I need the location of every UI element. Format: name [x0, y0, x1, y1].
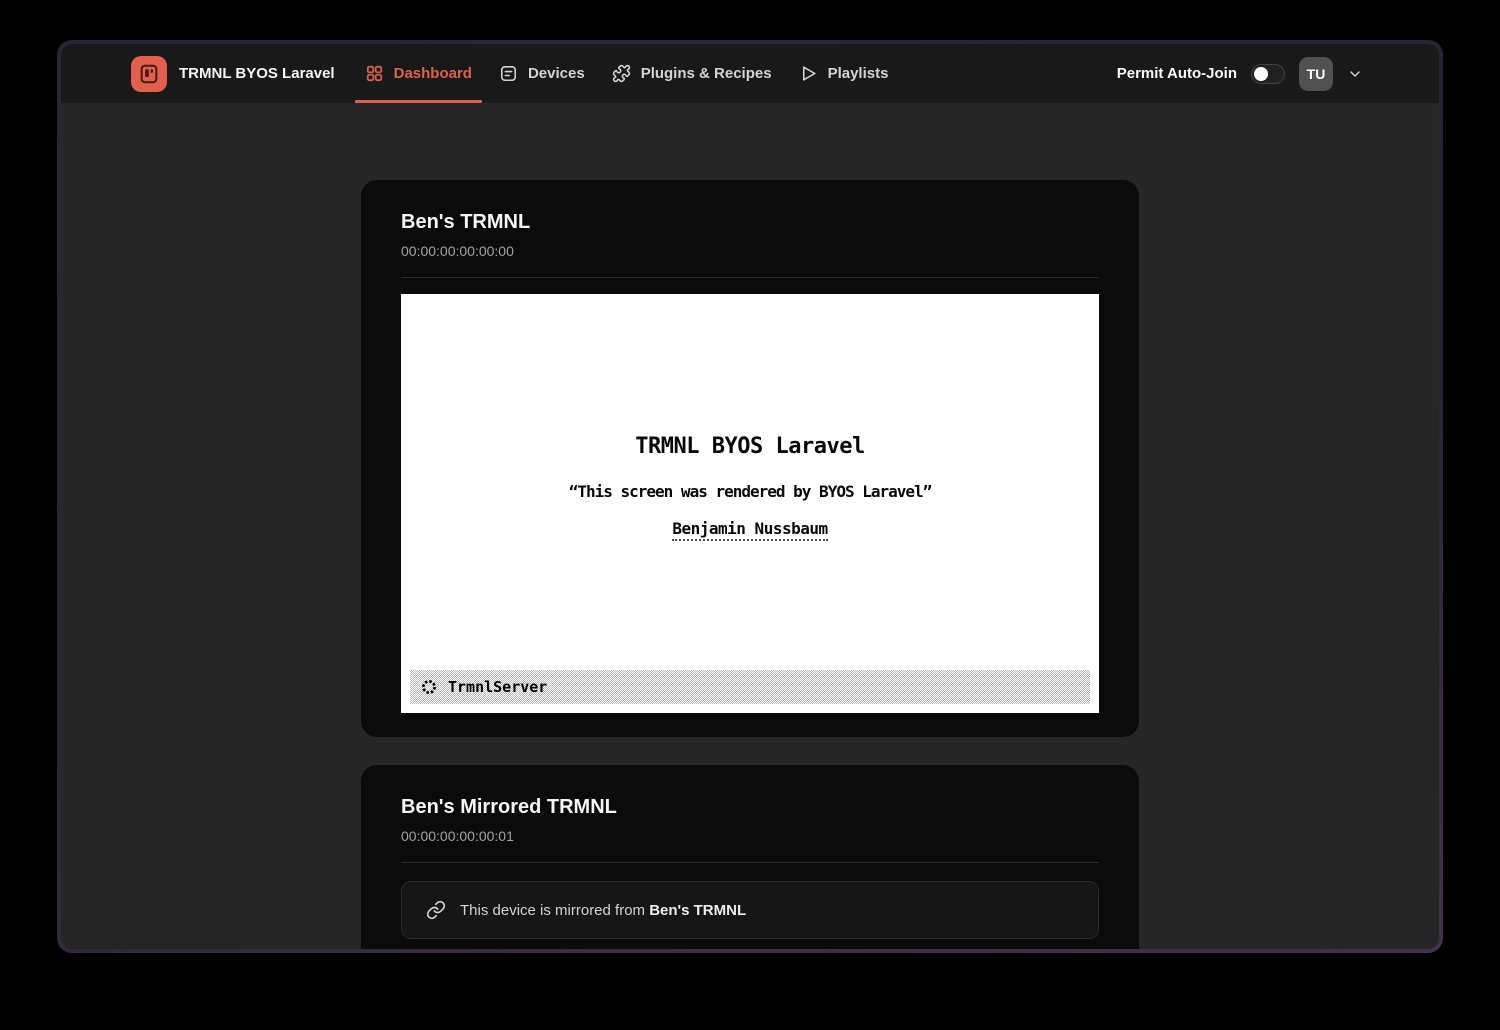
device-mac-address: 00:00:00:00:00:01: [401, 826, 1099, 846]
card-divider: [401, 862, 1099, 863]
tab-label: Playlists: [828, 65, 889, 82]
play-icon: [799, 64, 818, 83]
device-card-bens-trmnl: Ben's TRMNL 00:00:00:00:00:00 TRMNL BYOS…: [361, 180, 1139, 737]
tab-label: Dashboard: [394, 65, 472, 82]
dashboard-main: Ben's TRMNL 00:00:00:00:00:00 TRMNL BYOS…: [61, 103, 1439, 949]
app-title: TRMNL BYOS Laravel: [179, 65, 335, 82]
screen-content: TRMNL BYOS Laravel “This screen was rend…: [401, 434, 1099, 541]
tab-dashboard[interactable]: Dashboard: [365, 44, 472, 103]
permit-auto-join-toggle[interactable]: [1251, 64, 1285, 84]
chevron-down-icon[interactable]: [1347, 66, 1363, 82]
navbar-right: Permit Auto-Join TU: [1117, 57, 1363, 91]
device-card-bens-mirrored-trmnl: Ben's Mirrored TRMNL 00:00:00:00:00:01 T…: [361, 765, 1139, 949]
link-icon: [426, 900, 446, 920]
trmnl-logo-icon: [131, 56, 167, 92]
grid-icon: [365, 64, 384, 83]
user-avatar[interactable]: TU: [1299, 57, 1333, 91]
tab-devices[interactable]: Devices: [499, 44, 585, 103]
tab-plugins-recipes[interactable]: Plugins & Recipes: [612, 44, 772, 103]
device-name: Ben's TRMNL: [401, 208, 1099, 236]
permit-auto-join-label: Permit Auto-Join: [1117, 65, 1237, 82]
brand: TRMNL BYOS Laravel: [131, 56, 335, 92]
active-tab-indicator: [355, 100, 482, 103]
mirror-notice: This device is mirrored from Ben's TRMNL: [401, 881, 1099, 939]
screen-author: Benjamin Nussbaum: [672, 519, 827, 541]
tab-playlists[interactable]: Playlists: [799, 44, 889, 103]
card-divider: [401, 277, 1099, 278]
toggle-knob: [1254, 67, 1268, 81]
navbar: TRMNL BYOS Laravel Dashboard: [61, 44, 1439, 103]
tab-label: Devices: [528, 65, 585, 82]
status-bar-label: TrmnlServer: [448, 678, 547, 696]
mirror-source-device: Ben's TRMNL: [649, 902, 746, 919]
screen-quote: “This screen was rendered by BYOS Larave…: [401, 482, 1099, 501]
screen-title: TRMNL BYOS Laravel: [401, 434, 1099, 459]
app-window-frame: TRMNL BYOS Laravel Dashboard: [57, 40, 1443, 953]
tab-label: Plugins & Recipes: [641, 65, 772, 82]
device-mac-address: 00:00:00:00:00:00: [401, 241, 1099, 261]
device-list-icon: [499, 64, 518, 83]
device-screen-preview: TRMNL BYOS Laravel “This screen was rend…: [401, 294, 1099, 713]
spinner-icon: [420, 678, 438, 696]
screen-status-bar: TrmnlServer: [410, 670, 1090, 704]
app-window: TRMNL BYOS Laravel Dashboard: [61, 44, 1439, 949]
main-nav: Dashboard Devices: [365, 44, 889, 103]
mirror-notice-prefix: This device is mirrored from: [460, 902, 645, 919]
puzzle-icon: [612, 64, 631, 83]
mirror-notice-text: This device is mirrored from Ben's TRMNL: [460, 902, 746, 919]
device-name: Ben's Mirrored TRMNL: [401, 793, 1099, 821]
